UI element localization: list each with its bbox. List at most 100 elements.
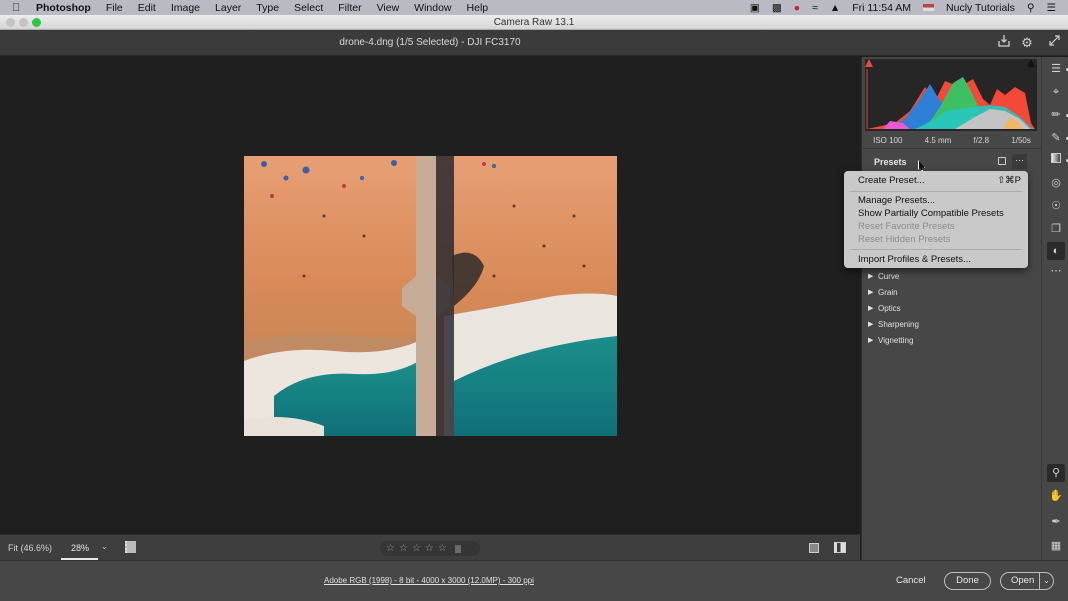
tool-strip: ☰ ⌖ ✏ ✎ ◎ ☉ ❐ ◐ ⋯ ⚲ ✋ ✒ ▦ bbox=[1041, 57, 1068, 560]
menu-select[interactable]: Select bbox=[294, 2, 323, 14]
open-options-dropdown-icon[interactable]: ⌄ bbox=[1039, 573, 1053, 589]
wifi-icon[interactable]: ≈ bbox=[812, 2, 818, 14]
grid-overlay-icon[interactable]: ▦ bbox=[1047, 537, 1065, 555]
more-options-icon[interactable]: ⋯ bbox=[1012, 154, 1027, 169]
menu-help[interactable]: Help bbox=[467, 2, 489, 14]
star-2-icon[interactable]: ☆ bbox=[399, 543, 408, 554]
display-icon[interactable]: ▩ bbox=[772, 2, 782, 14]
expand-triangle-icon: ▶ bbox=[868, 289, 874, 296]
preview-image[interactable] bbox=[244, 156, 617, 436]
macos-menubar:  Photoshop File Edit Image Layer Type S… bbox=[0, 0, 1068, 15]
radial-gradient-icon[interactable]: ◎ bbox=[1047, 174, 1065, 192]
shutter-speed-value: 1/50s bbox=[1011, 136, 1031, 145]
open-button[interactable]: Open ⌄ bbox=[1000, 572, 1054, 590]
open-button-label: Open bbox=[1011, 575, 1035, 586]
menu-window[interactable]: Window bbox=[414, 2, 451, 14]
close-window-button[interactable] bbox=[6, 18, 15, 27]
user-name[interactable]: Nucly Tutorials bbox=[946, 2, 1015, 14]
menu-filter[interactable]: Filter bbox=[338, 2, 361, 14]
creative-cloud-icon[interactable]: ● bbox=[794, 2, 800, 14]
save-image-icon[interactable] bbox=[995, 34, 1013, 52]
menu-item-reset-favorite-presets: Reset Favorite Presets bbox=[858, 221, 955, 232]
window-title: Camera Raw 13.1 bbox=[493, 17, 575, 28]
section-curve[interactable]: ▶ Curve bbox=[868, 270, 899, 282]
menu-item-show-partially-compatible[interactable]: Show Partially Compatible Presets bbox=[858, 208, 1004, 219]
menu-item-import-profiles-presets[interactable]: Import Profiles & Presets... bbox=[858, 254, 971, 265]
menu-separator bbox=[850, 191, 1022, 192]
menu-separator bbox=[850, 249, 1022, 250]
airplay-icon[interactable]: ▲ bbox=[830, 2, 840, 14]
menu-edit[interactable]: Edit bbox=[138, 2, 156, 14]
settings-gear-icon[interactable]: ⚙ bbox=[1018, 34, 1036, 52]
presets-title: Presets bbox=[874, 157, 907, 167]
menu-item-manage-presets[interactable]: Manage Presets... bbox=[858, 195, 935, 206]
expand-triangle-icon: ▶ bbox=[868, 305, 874, 312]
new-preset-icon[interactable] bbox=[998, 157, 1006, 165]
notification-center-icon[interactable]: ☰ bbox=[1047, 2, 1056, 14]
snapshots-icon[interactable]: ❐ bbox=[1047, 220, 1065, 238]
section-grain[interactable]: ▶ Grain bbox=[868, 286, 898, 298]
zoom-window-button[interactable] bbox=[32, 18, 41, 27]
rating-stars: ☆ ☆ ☆ ☆ ☆ bbox=[380, 541, 480, 556]
linear-gradient-icon[interactable] bbox=[1047, 151, 1065, 169]
red-eye-icon[interactable]: ☉ bbox=[1047, 197, 1065, 215]
zoom-dropdown-icon[interactable]: ⌄ bbox=[101, 542, 108, 551]
more-tools-icon[interactable]: ⋯ bbox=[1047, 262, 1065, 280]
footer-bar: Adobe RGB (1998) - 8 bit - 4000 x 3000 (… bbox=[0, 560, 1068, 601]
clock[interactable]: Fri 11:54 AM bbox=[852, 2, 911, 14]
create-preset-shortcut: ⇧⌘P bbox=[997, 175, 1021, 186]
menu-app-name[interactable]: Photoshop bbox=[36, 2, 91, 14]
menu-layer[interactable]: Layer bbox=[215, 2, 241, 14]
filmstrip-toggle-icon[interactable] bbox=[125, 541, 136, 553]
canvas-bottom-bar: Fit (46.6%) 28% ⌄ ☆ ☆ ☆ ☆ ☆ bbox=[0, 534, 860, 560]
section-label: Vignetting bbox=[878, 335, 914, 345]
single-view-icon[interactable] bbox=[809, 543, 819, 553]
color-sampler-icon[interactable]: ✒ bbox=[1047, 513, 1065, 531]
edit-panel: ISO 100 4.5 mm f/2.8 1/50s Presets ⋯ ▶ C… bbox=[861, 57, 1042, 560]
zoom-tool-icon[interactable]: ⚲ bbox=[1047, 464, 1065, 482]
menu-item-create-preset[interactable]: Create Preset... bbox=[858, 175, 925, 186]
section-optics[interactable]: ▶ Optics bbox=[868, 302, 901, 314]
fit-zoom-button[interactable]: Fit (46.6%) bbox=[8, 543, 52, 553]
menu-type[interactable]: Type bbox=[256, 2, 279, 14]
cancel-button[interactable]: Cancel bbox=[896, 575, 926, 586]
camera-raw-header: drone-4.dng (1/5 Selected) - DJI FC3170 … bbox=[0, 30, 1068, 56]
done-button[interactable]: Done bbox=[944, 572, 991, 590]
section-sharpening[interactable]: ▶ Sharpening bbox=[868, 318, 919, 330]
before-after-icon[interactable] bbox=[834, 542, 846, 553]
presets-icon[interactable]: ◐ bbox=[1047, 242, 1065, 260]
section-label: Sharpening bbox=[878, 319, 919, 329]
expand-triangle-icon: ▶ bbox=[868, 337, 874, 344]
section-label: Optics bbox=[878, 303, 901, 313]
hand-tool-icon[interactable]: ✋ bbox=[1047, 487, 1065, 505]
star-3-icon[interactable]: ☆ bbox=[412, 543, 421, 554]
aperture-value: f/2.8 bbox=[973, 136, 990, 145]
menu-image[interactable]: Image bbox=[171, 2, 200, 14]
healing-bandage-icon[interactable]: ✏ bbox=[1047, 106, 1065, 124]
workflow-options-link[interactable]: Adobe RGB (1998) - 8 bit - 4000 x 3000 (… bbox=[324, 576, 534, 585]
menu-view[interactable]: View bbox=[377, 2, 400, 14]
section-label: Grain bbox=[878, 287, 898, 297]
star-4-icon[interactable]: ☆ bbox=[425, 543, 434, 554]
exif-info: ISO 100 4.5 mm f/2.8 1/50s bbox=[862, 133, 1042, 149]
fullscreen-icon[interactable] bbox=[1045, 34, 1063, 52]
star-1-icon[interactable]: ☆ bbox=[386, 543, 395, 554]
star-5-icon[interactable]: ☆ bbox=[438, 543, 447, 554]
presets-context-menu: Create Preset... ⇧⌘P Manage Presets... S… bbox=[844, 171, 1028, 268]
expand-triangle-icon: ▶ bbox=[868, 273, 874, 280]
screen-record-icon[interactable]: ▣ bbox=[750, 2, 760, 14]
flag-icon[interactable] bbox=[923, 4, 935, 11]
iso-value: ISO 100 bbox=[873, 136, 903, 145]
edit-sliders-icon[interactable]: ☰ bbox=[1047, 60, 1065, 78]
focal-length-value: 4.5 mm bbox=[924, 136, 952, 145]
section-vignetting[interactable]: ▶ Vignetting bbox=[868, 334, 913, 346]
crop-icon[interactable]: ⌖ bbox=[1047, 83, 1065, 101]
trash-icon[interactable] bbox=[454, 544, 461, 553]
zoom-level-field[interactable]: 28% bbox=[71, 543, 89, 553]
menu-file[interactable]: File bbox=[106, 2, 123, 14]
brush-icon[interactable]: ✎ bbox=[1047, 129, 1065, 147]
section-label: Curve bbox=[878, 271, 900, 281]
spotlight-search-icon[interactable]: ⚲ bbox=[1027, 2, 1035, 14]
apple-icon[interactable]:  bbox=[12, 2, 26, 14]
minimize-window-button[interactable] bbox=[19, 18, 28, 27]
